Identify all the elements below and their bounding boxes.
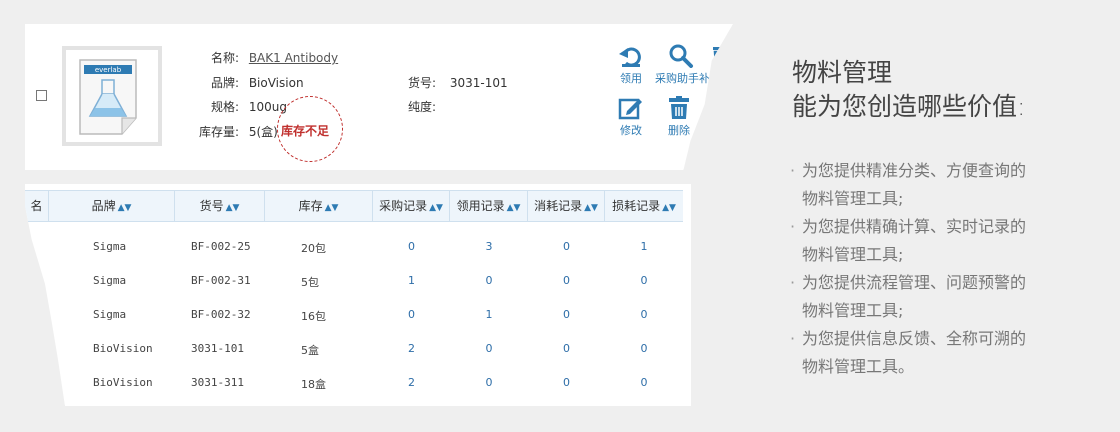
select-checkbox[interactable] — [36, 90, 47, 101]
logo-text: everlab — [95, 66, 122, 74]
cell-stock: 5包 — [301, 276, 319, 289]
cell-purchase[interactable]: 1 — [373, 274, 450, 287]
cell-purchase[interactable]: 0 — [373, 240, 450, 253]
th-purchase[interactable]: 采购记录 ▲▼ — [373, 191, 450, 221]
cell-sku: 3031-101 — [191, 342, 244, 355]
stock-value: 5(盒) — [248, 125, 278, 139]
delete-button[interactable]: 删除 — [661, 96, 697, 138]
purity-row: 纯度: — [400, 99, 446, 115]
spec-label: 规格: — [210, 100, 239, 114]
brand-label: 品牌: — [210, 76, 239, 90]
cell-loss[interactable]: 1 — [605, 240, 683, 253]
cell-brand: Sigma — [93, 240, 127, 253]
th-brand[interactable]: 品牌 ▲▼ — [49, 191, 175, 221]
cell-loss[interactable]: 0 — [605, 376, 683, 389]
sku-value: 3031-101 — [449, 76, 508, 90]
product-thumbnail[interactable]: everlab — [62, 46, 162, 146]
th-sku[interactable]: 货号 ▲▼ — [175, 191, 265, 221]
cell-sku: BF-002-32 — [191, 308, 251, 321]
cell-brand: Sigma — [93, 308, 127, 321]
edit-icon — [618, 98, 642, 120]
promo-title-2: 能为您创造哪些价值: — [792, 92, 1026, 121]
cell-stock: 16包 — [301, 310, 326, 323]
cell-consume[interactable]: 0 — [528, 342, 605, 355]
materials-table: 名 品牌 ▲▼ 货号 ▲▼ 库存 ▲▼ 采购记录 ▲▼ 领用记录 ▲▼ 消耗记录 ▲▼ 损耗… — [25, 184, 691, 406]
cell-stock: 20包 — [301, 242, 326, 255]
undo-arrow-icon — [619, 47, 641, 67]
cell-sku: BF-002-31 — [191, 274, 251, 287]
cell-consume[interactable]: 0 — [528, 308, 605, 321]
th-use[interactable]: 领用记录 ▲▼ — [450, 191, 528, 221]
assistant-label: 采购助手补充 — [655, 72, 721, 85]
th-loss[interactable]: 损耗记录 ▲▼ — [605, 191, 683, 221]
cell-loss[interactable]: 0 — [605, 274, 683, 287]
promo-title-1: 物料管理 — [792, 58, 893, 87]
cell-purchase[interactable]: 2 — [373, 376, 450, 389]
use-button[interactable]: 领用 — [613, 44, 649, 86]
purity-label: 纯度: — [407, 100, 436, 114]
cell-consume[interactable]: 0 — [528, 274, 605, 287]
sku-row: 货号: 3031-101 — [400, 75, 508, 91]
cell-consume[interactable]: 0 — [528, 376, 605, 389]
cell-use[interactable]: 3 — [450, 240, 528, 253]
product-card: everlab 名称: BAK1 Antibody 品牌: BioVision … — [25, 24, 733, 170]
stock-label: 库存量: — [198, 125, 239, 139]
cell-loss[interactable]: 0 — [605, 342, 683, 355]
th-stock[interactable]: 库存 ▲▼ — [265, 191, 373, 221]
cell-brand: Sigma — [93, 274, 127, 287]
bullet-2: · 为您提供精确计算、实时记录的 物料管理工具; — [790, 217, 1027, 264]
cell-purchase[interactable]: 2 — [373, 342, 450, 355]
cell-use[interactable]: 1 — [450, 308, 528, 321]
use-label: 领用 — [620, 72, 642, 85]
low-stock-text: 库存不足 — [281, 124, 330, 138]
cell-use[interactable]: 0 — [450, 342, 528, 355]
th-partial: 名 — [25, 191, 49, 221]
delete-label: 删除 — [668, 124, 690, 137]
stock-row: 库存量: 5(盒) — [190, 124, 278, 140]
cell-brand: BioVision — [93, 342, 153, 355]
bullet-3: · 为您提供流程管理、问题预警的 物料管理工具; — [790, 273, 1027, 320]
table-header: 名 品牌 ▲▼ 货号 ▲▼ 库存 ▲▼ 采购记录 ▲▼ 领用记录 ▲▼ 消耗记录 ▲▼ 损耗… — [25, 190, 683, 222]
promo-bullets: · 为您提供精准分类、方便查询的 物料管理工具; · 为您提供精确计算、实时记录的 物料… — [790, 157, 1090, 381]
cell-use[interactable]: 0 — [450, 274, 528, 287]
brand-value: BioVision — [248, 76, 304, 90]
bullet-1: · 为您提供精准分类、方便查询的 物料管理工具; — [790, 161, 1027, 208]
cell-stock: 18盒 — [301, 378, 326, 391]
flask-document-icon: everlab — [79, 59, 137, 135]
name-row: 名称: BAK1 Antibody — [203, 50, 338, 66]
cell-use[interactable]: 0 — [450, 376, 528, 389]
search-icon — [669, 44, 693, 68]
promo-headline: 物料管理 能为您创造哪些价值: — [792, 56, 1025, 124]
trash-icon — [713, 47, 729, 68]
edit-button[interactable]: 修改 — [613, 96, 649, 138]
cell-stock: 5盒 — [301, 344, 319, 357]
spec-row: 规格: 100ug — [203, 99, 287, 115]
trash-icon — [669, 96, 689, 119]
cell-purchase[interactable]: 0 — [373, 308, 450, 321]
th-consume[interactable]: 消耗记录 ▲▼ — [528, 191, 605, 221]
cell-sku: BF-002-25 — [191, 240, 251, 253]
sku-label: 货号: — [407, 76, 436, 90]
trash-button-partial[interactable] — [711, 44, 731, 70]
cell-sku: 3031-311 — [191, 376, 244, 389]
brand-row: 品牌: BioVision — [203, 75, 304, 91]
cell-brand: BioVision — [93, 376, 153, 389]
product-name-link[interactable]: BAK1 Antibody — [249, 51, 338, 65]
name-label: 名称: — [210, 51, 239, 65]
edit-label: 修改 — [620, 124, 642, 137]
cell-consume[interactable]: 0 — [528, 240, 605, 253]
bullet-4: · 为您提供信息反馈、全称可溯的 物料管理工具。 — [790, 329, 1027, 376]
cell-loss[interactable]: 0 — [605, 308, 683, 321]
